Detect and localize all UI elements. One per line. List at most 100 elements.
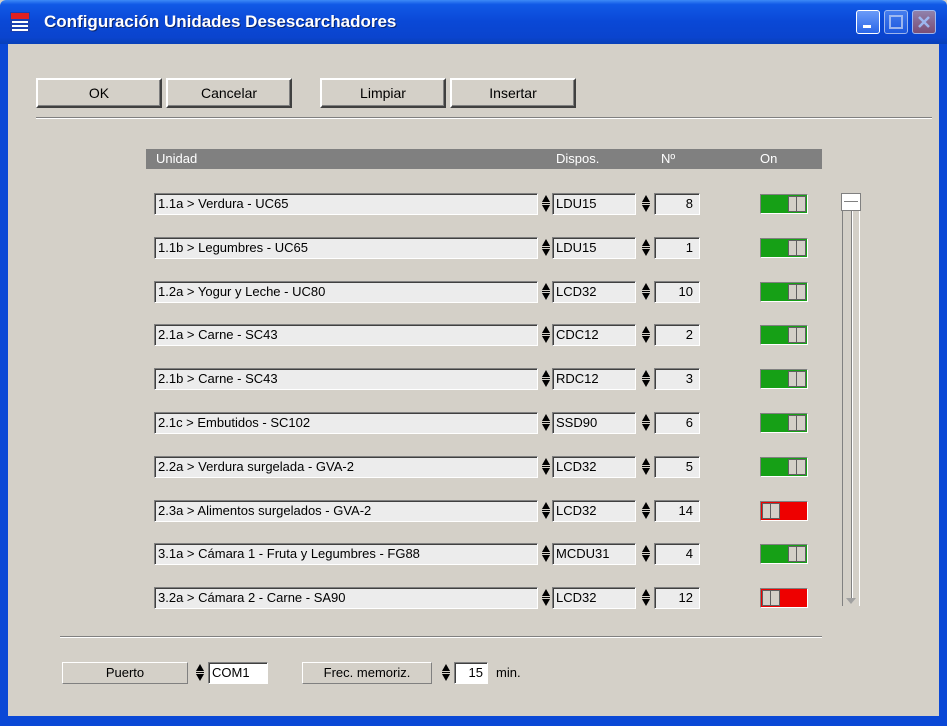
number-spinner-icon[interactable] [642,588,650,608]
number-field[interactable]: 2 [654,324,700,346]
toolbar-separator [36,117,932,119]
table-row: 1.1b > Legumbres - UC65 LDU15 1 [146,237,822,261]
footer-separator [60,636,822,638]
minimize-icon [863,25,871,28]
on-toggle[interactable] [760,325,808,345]
toggle-knob [762,590,780,606]
table-row: 1.2a > Yogur y Leche - UC80 LCD32 10 [146,281,822,305]
unit-field[interactable]: 3.1a > Cámara 1 - Fruta y Legumbres - FG… [154,543,538,565]
number-spinner-icon[interactable] [642,282,650,302]
table-row: 2.1a > Carne - SC43 CDC12 2 [146,324,822,348]
table-row: 2.3a > Alimentos surgelados - GVA-2 LCD32… [146,500,822,524]
device-field[interactable]: LCD32 [552,281,636,303]
close-button[interactable] [912,10,936,34]
device-field[interactable]: SSD90 [552,412,636,434]
maximize-button[interactable] [884,10,908,34]
number-spinner-icon[interactable] [642,325,650,345]
unit-field[interactable]: 1.2a > Yogur y Leche - UC80 [154,281,538,303]
unit-field[interactable]: 2.1c > Embutidos - SC102 [154,412,538,434]
on-toggle[interactable] [760,282,808,302]
device-field[interactable]: LCD32 [552,500,636,522]
device-field[interactable]: CDC12 [552,324,636,346]
device-field[interactable]: RDC12 [552,368,636,390]
number-spinner-icon[interactable] [642,369,650,389]
cancel-button[interactable]: Cancelar [166,78,292,108]
on-toggle[interactable] [760,238,808,258]
number-field[interactable]: 14 [654,500,700,522]
window-frame-left [0,44,8,726]
device-spinner-icon[interactable] [542,238,550,258]
window-frame-right [939,44,947,726]
number-spinner-icon[interactable] [642,457,650,477]
device-spinner-icon[interactable] [542,282,550,302]
device-spinner-icon[interactable] [542,501,550,521]
device-spinner-icon[interactable] [542,325,550,345]
insert-button[interactable]: Insertar [450,78,576,108]
toggle-knob [788,240,806,256]
number-field[interactable]: 6 [654,412,700,434]
maximize-icon [889,15,903,29]
number-field[interactable]: 5 [654,456,700,478]
unit-field[interactable]: 1.1b > Legumbres - UC65 [154,237,538,259]
frequency-spinner-icon[interactable] [442,663,450,683]
on-toggle[interactable] [760,588,808,608]
device-spinner-icon[interactable] [542,369,550,389]
unit-field[interactable]: 2.1b > Carne - SC43 [154,368,538,390]
number-spinner-icon[interactable] [642,413,650,433]
on-toggle[interactable] [760,544,808,564]
unit-field[interactable]: 3.2a > Cámara 2 - Carne - SA90 [154,587,538,609]
clear-button[interactable]: Limpiar [320,78,446,108]
table-row: 2.1c > Embutidos - SC102 SSD90 6 [146,412,822,436]
window-frame-bottom [0,716,947,726]
header-device: Dispos. [556,151,600,166]
number-spinner-icon[interactable] [642,238,650,258]
header-on: On [760,151,778,166]
number-field[interactable]: 8 [654,193,700,215]
app-icon [10,12,30,32]
device-spinner-icon[interactable] [542,457,550,477]
frequency-label: Frec. memoriz. [302,662,432,684]
number-field[interactable]: 3 [654,368,700,390]
device-spinner-icon[interactable] [542,413,550,433]
title-bar[interactable]: Configuración Unidades Desescarchadores [0,0,947,44]
unit-field[interactable]: 2.3a > Alimentos surgelados - GVA-2 [154,500,538,522]
unit-field[interactable]: 1.1a > Verdura - UC65 [154,193,538,215]
on-toggle[interactable] [760,194,808,214]
frequency-field[interactable]: 15 [454,662,488,684]
on-toggle[interactable] [760,501,808,521]
device-spinner-icon[interactable] [542,194,550,214]
vertical-scrollbar[interactable] [842,194,860,606]
number-field[interactable]: 1 [654,237,700,259]
on-toggle[interactable] [760,369,808,389]
on-toggle[interactable] [760,457,808,477]
table-header: Unidad Dispos. Nº On [146,149,822,169]
unit-field[interactable]: 2.2a > Verdura surgelada - GVA-2 [154,456,538,478]
port-spinner-icon[interactable] [196,663,204,683]
number-spinner-icon[interactable] [642,544,650,564]
number-field[interactable]: 10 [654,281,700,303]
scrollbar-thumb[interactable] [841,193,861,211]
minimize-button[interactable] [856,10,880,34]
table-row: 1.1a > Verdura - UC65 LDU15 8 [146,193,822,217]
ok-button[interactable]: OK [36,78,162,108]
device-field[interactable]: MCDU31 [552,543,636,565]
device-field[interactable]: LCD32 [552,587,636,609]
number-spinner-icon[interactable] [642,501,650,521]
table-row: 3.1a > Cámara 1 - Fruta y Legumbres - FG… [146,543,822,567]
unit-field[interactable]: 2.1a > Carne - SC43 [154,324,538,346]
table-row: 2.1b > Carne - SC43 RDC12 3 [146,368,822,392]
device-field[interactable]: LCD32 [552,456,636,478]
device-field[interactable]: LDU15 [552,193,636,215]
device-spinner-icon[interactable] [542,588,550,608]
toggle-knob [788,459,806,475]
number-field[interactable]: 4 [654,543,700,565]
device-spinner-icon[interactable] [542,544,550,564]
number-field[interactable]: 12 [654,587,700,609]
toggle-knob [788,371,806,387]
port-field[interactable]: COM1 [208,662,268,684]
device-field[interactable]: LDU15 [552,237,636,259]
on-toggle[interactable] [760,413,808,433]
scroll-down-icon[interactable] [846,598,856,604]
number-spinner-icon[interactable] [642,194,650,214]
toggle-knob [788,196,806,212]
